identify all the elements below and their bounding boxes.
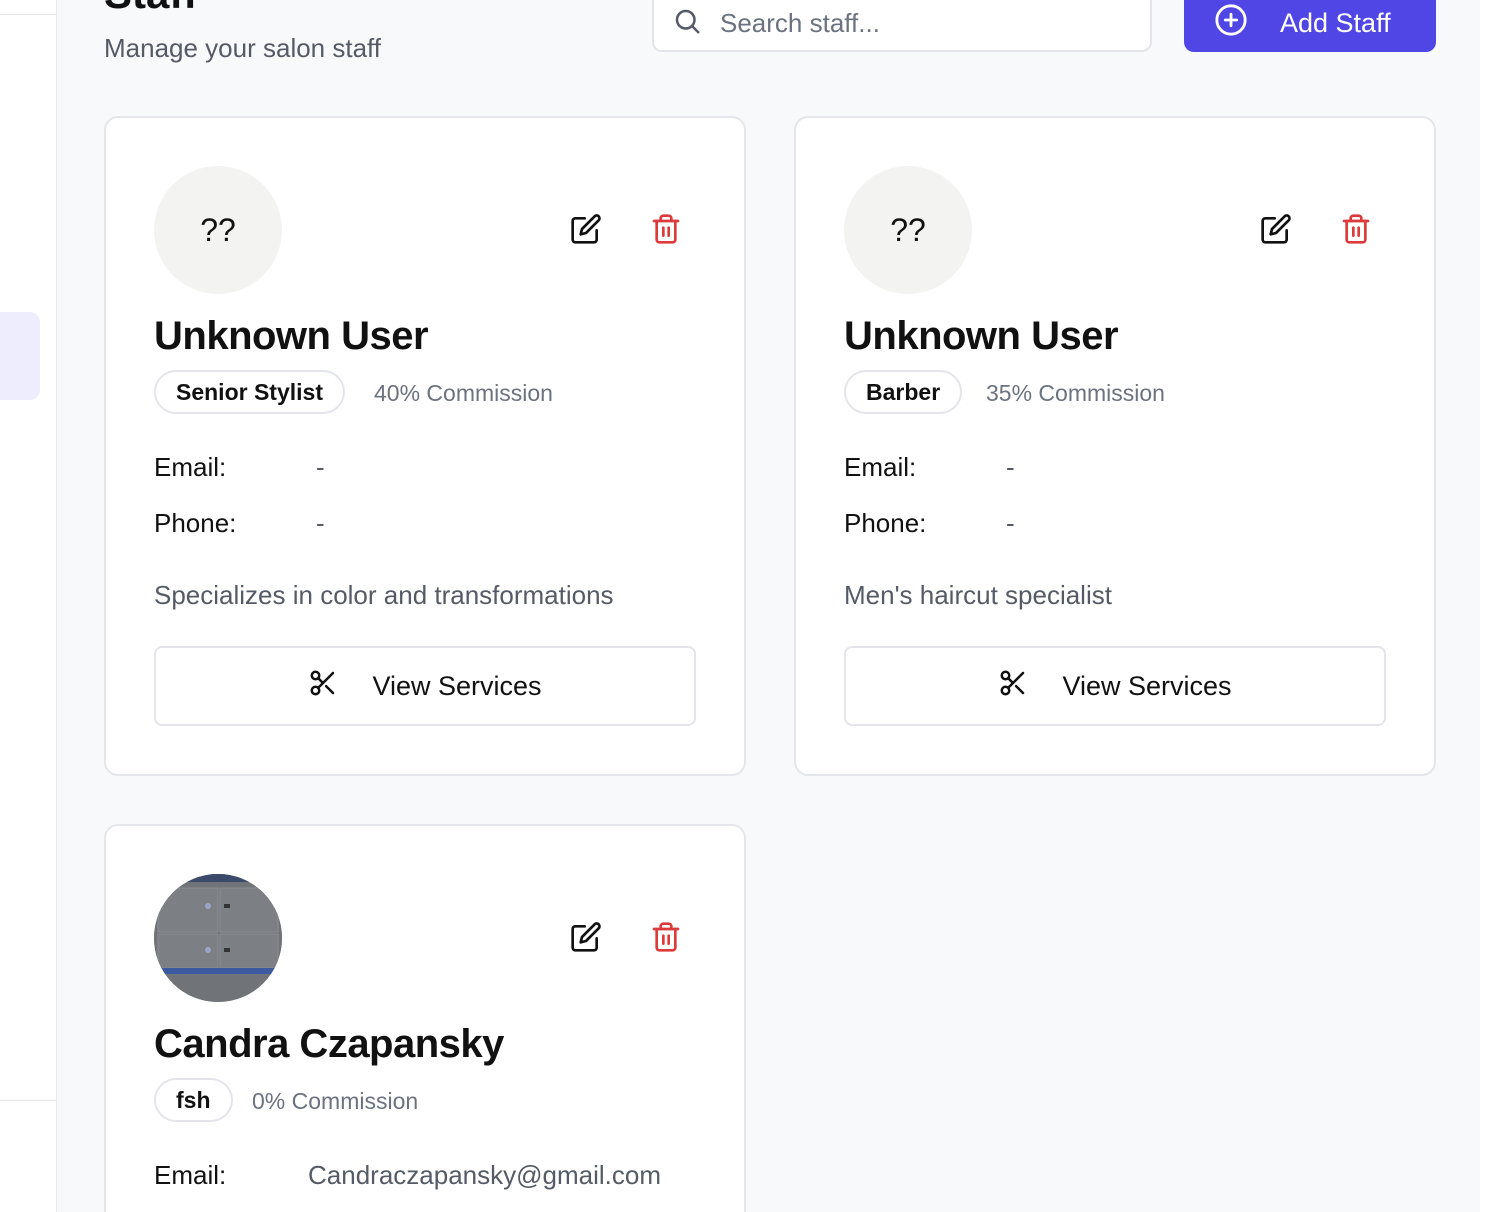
delete-button[interactable] bbox=[648, 212, 684, 248]
plus-circle-icon bbox=[1214, 3, 1280, 44]
email-value: - bbox=[316, 452, 325, 482]
sidebar-divider bbox=[0, 1100, 56, 1101]
role-badge: Senior Stylist bbox=[154, 370, 345, 414]
staff-name: Candra Czapansky bbox=[154, 1022, 504, 1066]
role-badge: Barber bbox=[844, 370, 963, 414]
phone-label: Phone: bbox=[154, 508, 237, 538]
email-label: Email: bbox=[154, 452, 227, 482]
commission-text: 40% Commission bbox=[374, 380, 553, 406]
add-staff-label: Add Staff bbox=[1280, 7, 1391, 38]
delete-button[interactable] bbox=[1338, 212, 1374, 248]
phone-label: Phone: bbox=[844, 508, 927, 538]
sidebar bbox=[0, 0, 57, 1212]
edit-icon bbox=[570, 921, 602, 956]
staff-description: Men's haircut specialist bbox=[844, 580, 1112, 610]
search-icon bbox=[672, 6, 720, 41]
scissors-icon bbox=[308, 668, 372, 705]
edit-button[interactable] bbox=[568, 212, 604, 248]
avatar: ?? bbox=[154, 166, 282, 294]
email-label: Email: bbox=[844, 452, 917, 482]
phone-value: - bbox=[1006, 508, 1015, 538]
add-staff-button[interactable]: Add Staff bbox=[1184, 0, 1436, 52]
trash-icon bbox=[1340, 213, 1372, 248]
role-badge: fsh bbox=[154, 1078, 233, 1122]
trash-icon bbox=[650, 921, 682, 956]
delete-button[interactable] bbox=[648, 920, 684, 956]
view-services-button[interactable]: View Services bbox=[844, 646, 1386, 726]
edit-icon bbox=[1260, 213, 1292, 248]
staff-card: ?? Unknown User Senior Stylist 40% Commi… bbox=[104, 116, 746, 776]
avatar-initials: ?? bbox=[200, 211, 236, 248]
edit-button[interactable] bbox=[568, 920, 604, 956]
staff-card: Candra Czapansky fsh 0% Commission Email… bbox=[104, 824, 746, 1212]
search-box[interactable] bbox=[652, 0, 1152, 52]
search-input[interactable] bbox=[720, 7, 1120, 39]
phone-value: - bbox=[316, 508, 325, 538]
email-value: - bbox=[1006, 452, 1015, 482]
edit-icon bbox=[570, 213, 602, 248]
view-services-button[interactable]: View Services bbox=[154, 646, 696, 726]
email-value: Candraczapansky@gmail.com bbox=[308, 1160, 661, 1190]
scissors-icon bbox=[998, 668, 1062, 705]
trash-icon bbox=[650, 213, 682, 248]
staff-description: Specializes in color and transformations bbox=[154, 580, 614, 610]
avatar-image bbox=[154, 874, 282, 1002]
edit-button[interactable] bbox=[1258, 212, 1294, 248]
sidebar-item-staff-active[interactable] bbox=[0, 312, 40, 400]
avatar-initials: ?? bbox=[890, 211, 926, 248]
sidebar-divider bbox=[0, 14, 56, 15]
avatar-photo bbox=[154, 874, 282, 1002]
staff-name: Unknown User bbox=[844, 314, 1119, 358]
view-services-label: View Services bbox=[372, 670, 542, 701]
avatar: ?? bbox=[844, 166, 972, 294]
commission-text: 0% Commission bbox=[252, 1088, 419, 1114]
staff-name: Unknown User bbox=[154, 314, 429, 358]
staff-card: ?? Unknown User Barber 35% Commission Em… bbox=[794, 116, 1436, 776]
commission-text: 35% Commission bbox=[986, 380, 1165, 406]
view-services-label: View Services bbox=[1062, 670, 1232, 701]
page-title: Staff bbox=[104, 0, 197, 18]
page-subtitle: Manage your salon staff bbox=[104, 33, 382, 63]
scrollbar-track[interactable] bbox=[1480, 0, 1488, 1212]
email-label: Email: bbox=[154, 1160, 227, 1190]
